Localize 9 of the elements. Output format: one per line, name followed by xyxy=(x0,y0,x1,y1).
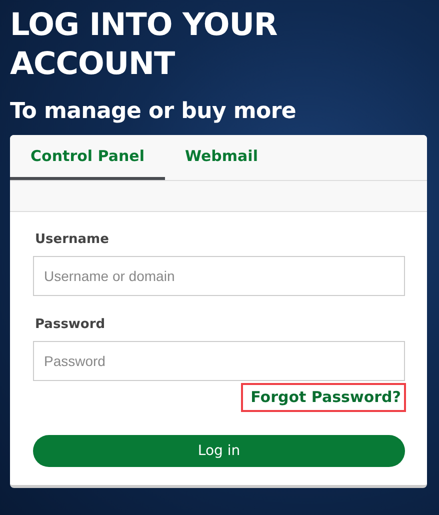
page-heading: LOG INTO YOUR ACCOUNT xyxy=(10,6,278,84)
field-label: Password xyxy=(35,317,106,332)
tab[interactable]: Webmail xyxy=(165,135,278,180)
input-field[interactable]: Password xyxy=(33,341,405,381)
login-button[interactable]: Log in xyxy=(33,435,405,467)
field-label: Username xyxy=(35,232,110,247)
input-field[interactable]: Username or domain xyxy=(33,256,405,296)
forgot-password-link[interactable]: Forgot Password? xyxy=(240,383,406,412)
page-subheading: To manage or buy more xyxy=(10,98,298,126)
